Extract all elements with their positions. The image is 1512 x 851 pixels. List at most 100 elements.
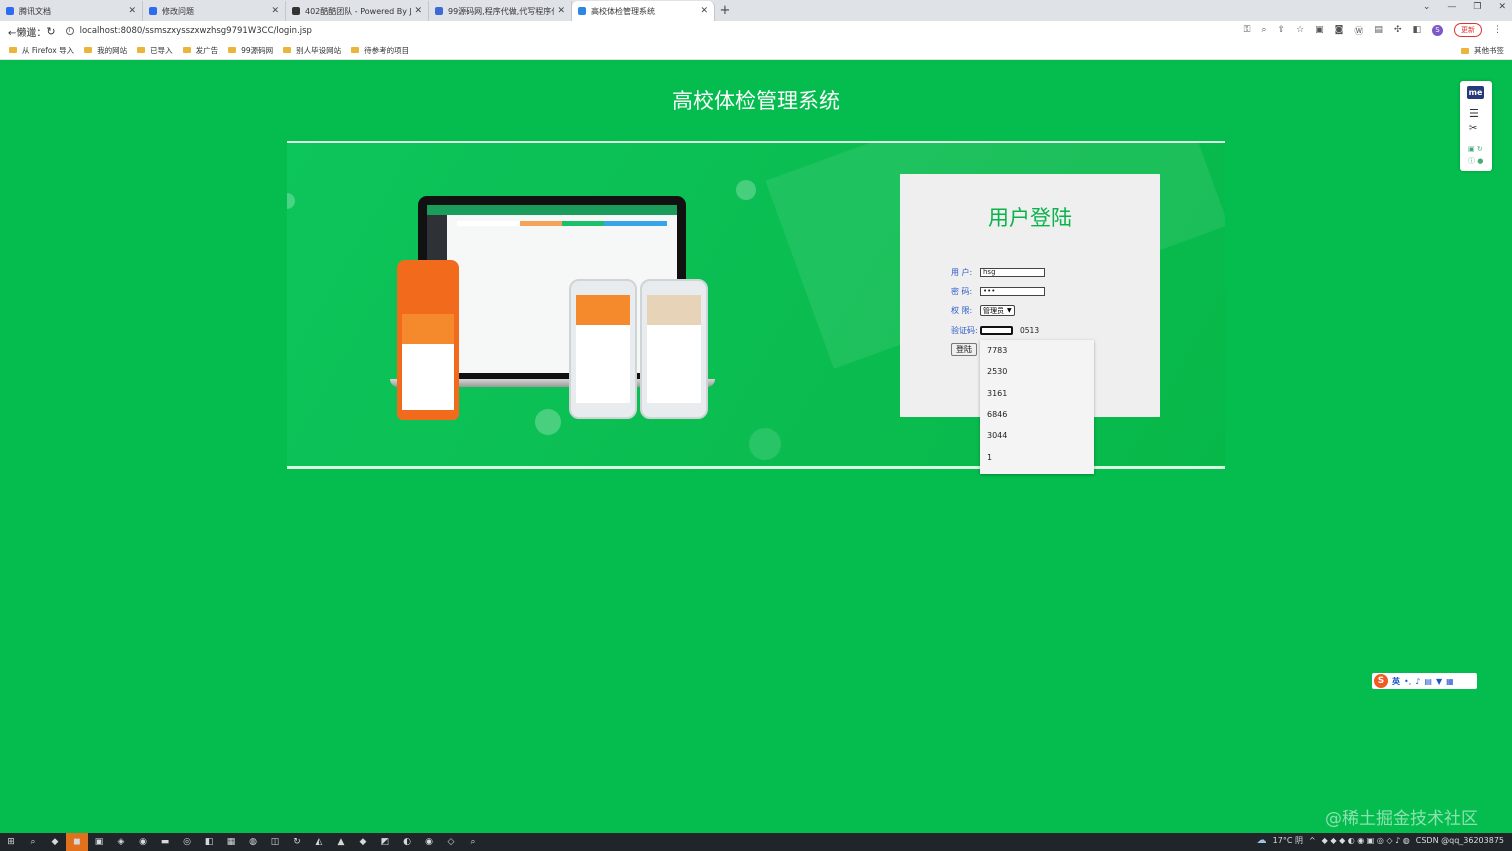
microphone-icon[interactable]: ♪ <box>1415 677 1420 686</box>
browser-tab[interactable]: 402酷酷团队 - Powered By J2eeF ✕ <box>286 1 429 21</box>
bookmark-item[interactable]: 发广告 <box>182 45 218 56</box>
new-tab-button[interactable]: + <box>715 1 735 21</box>
reload-icon[interactable]: ↻ <box>46 25 55 38</box>
phone-header <box>647 295 701 325</box>
autocomplete-option[interactable]: 7783 <box>980 340 1094 361</box>
pos-terminal-illustration <box>397 260 459 420</box>
refresh-icon[interactable]: ↻ <box>1477 145 1483 153</box>
punctuation-icon[interactable]: •, <box>1404 677 1411 686</box>
bookmark-item[interactable]: 别人毕设网站 <box>283 45 341 56</box>
autocomplete-option[interactable]: 1 <box>980 446 1094 467</box>
bookmark-item[interactable]: 从 Firefox 导入 <box>9 45 74 56</box>
app-icon[interactable]: ◭ <box>308 833 330 851</box>
tool-icon[interactable]: ✂ <box>1469 123 1477 134</box>
browser-tab-active[interactable]: 高校体检管理系统 ✕ <box>572 1 715 21</box>
autocomplete-option[interactable]: 2530 <box>980 361 1094 382</box>
info-icon[interactable]: i <box>65 27 74 35</box>
app-icon[interactable]: ▦ <box>220 833 242 851</box>
autocomplete-dropdown: 7783 2530 3161 6846 3044 1 <box>980 340 1094 474</box>
app-icon[interactable]: ◧ <box>198 833 220 851</box>
autocomplete-option[interactable]: 6846 <box>980 404 1094 425</box>
minimize-button[interactable]: — <box>1447 2 1456 12</box>
tray-chevron-icon[interactable]: ^ <box>1309 836 1316 845</box>
chat-icon[interactable]: ● <box>1477 157 1483 165</box>
restore-button[interactable]: ❐ <box>1473 2 1481 12</box>
tab-favicon-icon <box>435 7 443 15</box>
app-icon[interactable]: ▲ <box>330 833 352 851</box>
folder-icon[interactable]: ▬ <box>154 833 176 851</box>
update-button[interactable]: 更新 <box>1454 23 1482 37</box>
close-icon[interactable]: ✕ <box>128 6 136 16</box>
folder-icon <box>1461 47 1469 54</box>
folder-icon <box>228 47 237 53</box>
screenshot-icon[interactable]: ▣ <box>1468 145 1475 153</box>
me-logo[interactable]: me <box>1467 86 1484 99</box>
url-field[interactable]: i localhost:8080/ssmszxysszxwzhsg9791W3C… <box>65 26 312 36</box>
decor-bubble <box>535 409 561 435</box>
star-icon[interactable]: ☆ <box>1296 25 1304 35</box>
menu-icon[interactable]: ☰ <box>1469 107 1479 120</box>
keyboard-icon[interactable]: ▤ <box>1424 677 1432 686</box>
camera-icon[interactable]: ◙ <box>1335 25 1344 35</box>
more-icon[interactable]: ⋮ <box>1493 25 1502 35</box>
tab-search-icon[interactable]: ⌄ <box>1423 2 1431 12</box>
close-icon[interactable]: ✕ <box>700 6 708 16</box>
avatar[interactable]: S <box>1432 24 1443 36</box>
idea-icon[interactable]: ▣ <box>88 833 110 851</box>
bookmark-item[interactable]: 待参考的项目 <box>351 45 409 56</box>
bookmark-item[interactable]: 99源码网 <box>228 45 273 56</box>
help-icon[interactable]: ⓘ <box>1468 157 1475 165</box>
sogou-logo-icon[interactable]: S <box>1374 674 1388 688</box>
app-icon[interactable]: ◼ <box>66 833 88 851</box>
share-icon[interactable]: ⇪ <box>1278 25 1286 35</box>
weather-text[interactable]: 17°C 阴 <box>1273 835 1303 846</box>
app-icon[interactable]: ◇ <box>440 833 462 851</box>
app-icon[interactable]: ◆ <box>352 833 374 851</box>
close-window-button[interactable]: ✕ <box>1498 2 1506 12</box>
autocomplete-option[interactable]: 3161 <box>980 383 1094 404</box>
app-icon[interactable]: ⌕ <box>462 833 484 851</box>
browser-tab[interactable]: 修改问题 ✕ <box>143 1 286 21</box>
role-select[interactable]: 管理员 ▼ <box>980 305 1015 316</box>
puzzle-icon[interactable]: ✣ <box>1394 25 1402 35</box>
extension-icon[interactable]: ▣ <box>1315 25 1324 35</box>
back-button[interactable]: ←懒邋： ↻ <box>8 24 56 39</box>
captcha-code[interactable]: 0513 <box>1020 326 1039 335</box>
app-icon[interactable]: ◎ <box>176 833 198 851</box>
zoom-icon[interactable]: ⌕ <box>1261 25 1266 35</box>
decor-bubble <box>736 180 756 200</box>
key-icon[interactable]: ⚿ <box>1244 25 1251 35</box>
sidepanel-icon[interactable]: ◧ <box>1412 25 1421 35</box>
username-input[interactable]: hsg <box>980 268 1045 277</box>
app-icon[interactable]: ◍ <box>242 833 264 851</box>
bookmark-item[interactable]: 已导入 <box>137 45 173 56</box>
login-button[interactable]: 登陆 <box>951 343 977 356</box>
chrome-icon[interactable]: ◉ <box>132 833 154 851</box>
app-icon[interactable]: ◫ <box>264 833 286 851</box>
captcha-input[interactable] <box>980 326 1013 335</box>
browser-tab[interactable]: 99源码网,程序代做,代写程序代做 ✕ <box>429 1 572 21</box>
browser-tab[interactable]: 腾讯文档 ✕ <box>0 1 143 21</box>
pos-screen-header <box>402 314 454 344</box>
app-icon[interactable]: ◩ <box>374 833 396 851</box>
other-bookmarks[interactable]: 其他书签 <box>1461 45 1504 56</box>
app-icon[interactable]: ◆ <box>44 833 66 851</box>
bookmark-item[interactable]: 我的网站 <box>84 45 127 56</box>
close-icon[interactable]: ✕ <box>557 6 565 16</box>
autocomplete-option[interactable]: 3044 <box>980 425 1094 446</box>
search-icon[interactable]: ⌕ <box>22 833 44 851</box>
bookmark-label: 待参考的项目 <box>364 45 410 55</box>
skin-icon[interactable]: ▼ <box>1436 677 1442 686</box>
close-icon[interactable]: ✕ <box>271 6 279 16</box>
app-icon[interactable]: ◐ <box>396 833 418 851</box>
ime-mode[interactable]: 英 <box>1392 676 1400 687</box>
image-extension-icon[interactable]: ▤ <box>1374 25 1383 35</box>
w-extension-icon[interactable]: Ⓦ <box>1354 24 1363 37</box>
grid-icon[interactable]: ▦ <box>1446 677 1454 686</box>
app-icon[interactable]: ◈ <box>110 833 132 851</box>
close-icon[interactable]: ✕ <box>414 6 422 16</box>
app-icon[interactable]: ◉ <box>418 833 440 851</box>
password-input[interactable]: ••• <box>980 287 1045 296</box>
windows-start-icon[interactable]: ⊞ <box>0 833 22 851</box>
app-icon[interactable]: ↻ <box>286 833 308 851</box>
